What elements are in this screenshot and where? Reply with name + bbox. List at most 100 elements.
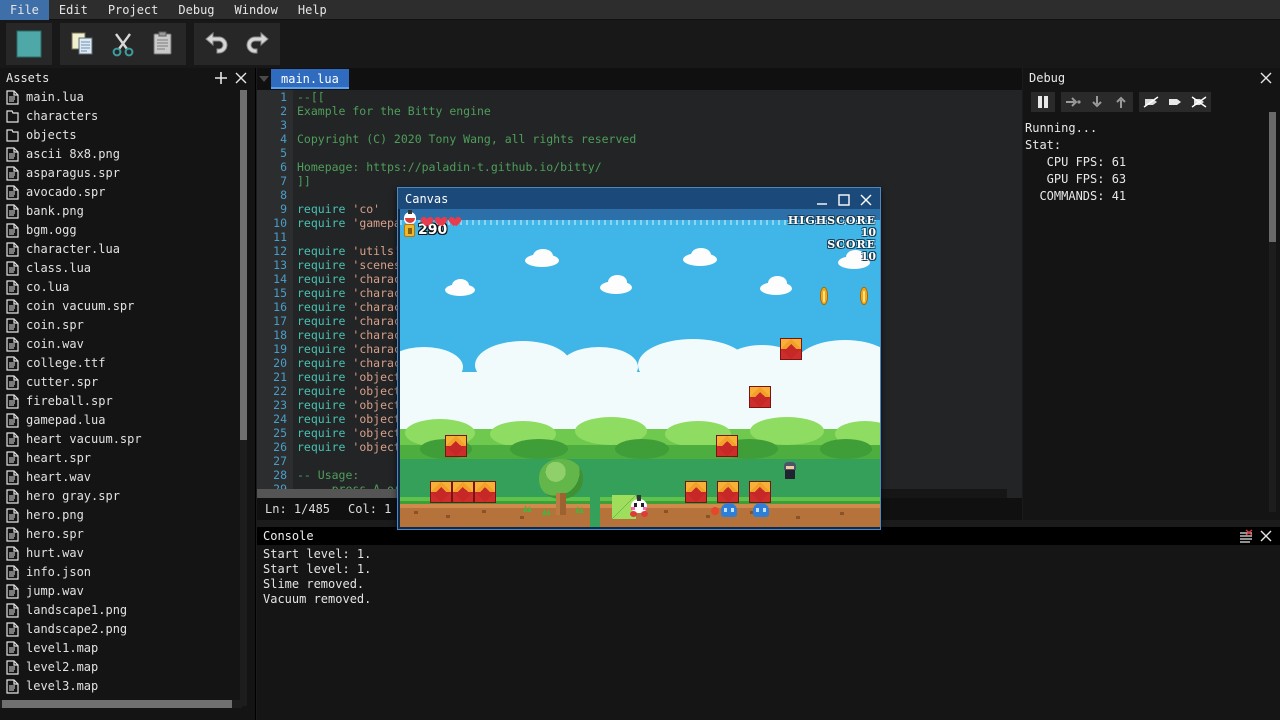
asset-item-label: landscape1.png: [26, 601, 127, 620]
asset-item-label: coin.spr: [26, 316, 84, 335]
asset-item-label: level3.map: [26, 677, 98, 696]
undo-button[interactable]: [197, 24, 237, 64]
step-over-button[interactable]: [1061, 92, 1085, 112]
assets-vertical-scrollbar[interactable]: [240, 90, 247, 706]
toggle-breakpoint-button[interactable]: [1139, 92, 1163, 112]
asset-item[interactable]: coin.wav: [0, 335, 242, 354]
menu-item-project[interactable]: Project: [98, 0, 169, 20]
close-icon[interactable]: [233, 70, 249, 86]
asset-item[interactable]: landscape2.png: [0, 620, 242, 639]
plus-icon[interactable]: [213, 70, 229, 86]
heart-icon: [433, 213, 444, 223]
code-line: --[[: [297, 90, 1022, 104]
line-number: 19: [257, 342, 293, 356]
block: [716, 435, 738, 457]
asset-item[interactable]: character.lua: [0, 240, 242, 259]
step-into-button[interactable]: [1085, 92, 1109, 112]
hud-lives-row: [404, 211, 458, 224]
code-comment: Example for the Bitty engine: [297, 104, 491, 118]
asset-item[interactable]: main.lua: [0, 88, 242, 107]
asset-item-label: character.lua: [26, 240, 120, 259]
editor-tab-main-lua[interactable]: main.lua: [271, 69, 349, 89]
redo-button[interactable]: [237, 24, 277, 64]
asset-item-label: hurt.wav: [26, 544, 84, 563]
asset-item[interactable]: asparagus.spr: [0, 164, 242, 183]
pause-button[interactable]: [1031, 92, 1055, 112]
asset-item[interactable]: college.ttf: [0, 354, 242, 373]
toolbar-group-file: [6, 23, 52, 65]
hud-left: 290: [404, 211, 458, 237]
asset-item[interactable]: fireball.spr: [0, 392, 242, 411]
asset-item[interactable]: hurt.wav: [0, 544, 242, 563]
menu-item-debug[interactable]: Debug: [168, 0, 224, 20]
cloud: [452, 279, 469, 292]
asset-item[interactable]: characters: [0, 107, 242, 126]
asset-item[interactable]: coin vacuum.spr: [0, 297, 242, 316]
asset-item[interactable]: bank.png: [0, 202, 242, 221]
copy-button[interactable]: [63, 24, 103, 64]
menu-item-window[interactable]: Window: [225, 0, 288, 20]
asset-item[interactable]: co.lua: [0, 278, 242, 297]
code-keyword: require: [297, 426, 352, 440]
line-number: 12: [257, 244, 293, 258]
close-icon[interactable]: [859, 192, 872, 206]
asset-item[interactable]: objects: [0, 126, 242, 145]
asset-item[interactable]: level3.map: [0, 677, 242, 696]
asset-item[interactable]: level1.map: [0, 639, 242, 658]
close-icon[interactable]: [1258, 528, 1274, 544]
asset-item[interactable]: level2.map: [0, 658, 242, 677]
cut-button[interactable]: [103, 24, 143, 64]
asset-item[interactable]: info.json: [0, 563, 242, 582]
asset-item[interactable]: avocado.spr: [0, 183, 242, 202]
menu-item-edit[interactable]: Edit: [49, 0, 98, 20]
asset-item[interactable]: heart vacuum.spr: [0, 430, 242, 449]
asset-item[interactable]: class.lua: [0, 259, 242, 278]
asset-item[interactable]: cutter.spr: [0, 373, 242, 392]
maximize-icon[interactable]: [837, 192, 850, 206]
line-number: 2: [257, 104, 293, 118]
file-icon: [6, 603, 20, 619]
asset-item[interactable]: hero gray.spr: [0, 487, 242, 506]
file-icon: [6, 185, 20, 201]
paste-button[interactable]: [143, 24, 183, 64]
menu-item-help[interactable]: Help: [288, 0, 337, 20]
asset-item[interactable]: ascii 8x8.png: [0, 145, 242, 164]
scrollbar-thumb[interactable]: [1269, 112, 1276, 242]
scrollbar-thumb[interactable]: [240, 90, 247, 440]
asset-item[interactable]: hero.png: [0, 506, 242, 525]
asset-item[interactable]: bgm.ogg: [0, 221, 242, 240]
file-icon: [6, 318, 20, 334]
line-number: 13: [257, 258, 293, 272]
canvas-title-bar[interactable]: Canvas: [398, 188, 880, 209]
asset-item[interactable]: heart.wav: [0, 468, 242, 487]
line-number: 26: [257, 440, 293, 454]
asset-item[interactable]: landscape1.png: [0, 601, 242, 620]
run-to-cursor-button[interactable]: [1163, 92, 1187, 112]
close-icon[interactable]: [1258, 70, 1274, 86]
canvas-window[interactable]: Canvas: [397, 187, 881, 530]
minimize-icon[interactable]: [815, 192, 828, 206]
code-keyword: require: [297, 314, 352, 328]
clipboard-icon: [150, 31, 176, 57]
asset-item[interactable]: coin.spr: [0, 316, 242, 335]
asset-item-label: ascii 8x8.png: [26, 145, 120, 164]
code-keyword: require: [297, 384, 352, 398]
new-file-button[interactable]: [9, 24, 49, 64]
clear-lines-icon[interactable]: [1238, 528, 1254, 544]
scrollbar-thumb[interactable]: [2, 700, 232, 708]
asset-item[interactable]: heart.spr: [0, 449, 242, 468]
chevron-down-icon[interactable]: [257, 68, 271, 90]
block: [474, 481, 496, 503]
block: [445, 435, 467, 457]
asset-item[interactable]: jump.wav: [0, 582, 242, 601]
step-out-button[interactable]: [1109, 92, 1133, 112]
asset-item[interactable]: gamepad.lua: [0, 411, 242, 430]
menu-item-file[interactable]: File: [0, 0, 49, 20]
assets-horizontal-scrollbar[interactable]: [0, 700, 242, 708]
clear-breakpoints-button[interactable]: [1187, 92, 1211, 112]
asset-item[interactable]: hero.spr: [0, 525, 242, 544]
debug-vertical-scrollbar[interactable]: [1269, 112, 1276, 512]
assets-file-list[interactable]: main.luacharactersobjectsascii 8x8.pngas…: [0, 88, 242, 708]
game-canvas[interactable]: 290 HIGHSCORE 10 SCORE 10: [400, 209, 880, 527]
line-number: 7: [257, 174, 293, 188]
